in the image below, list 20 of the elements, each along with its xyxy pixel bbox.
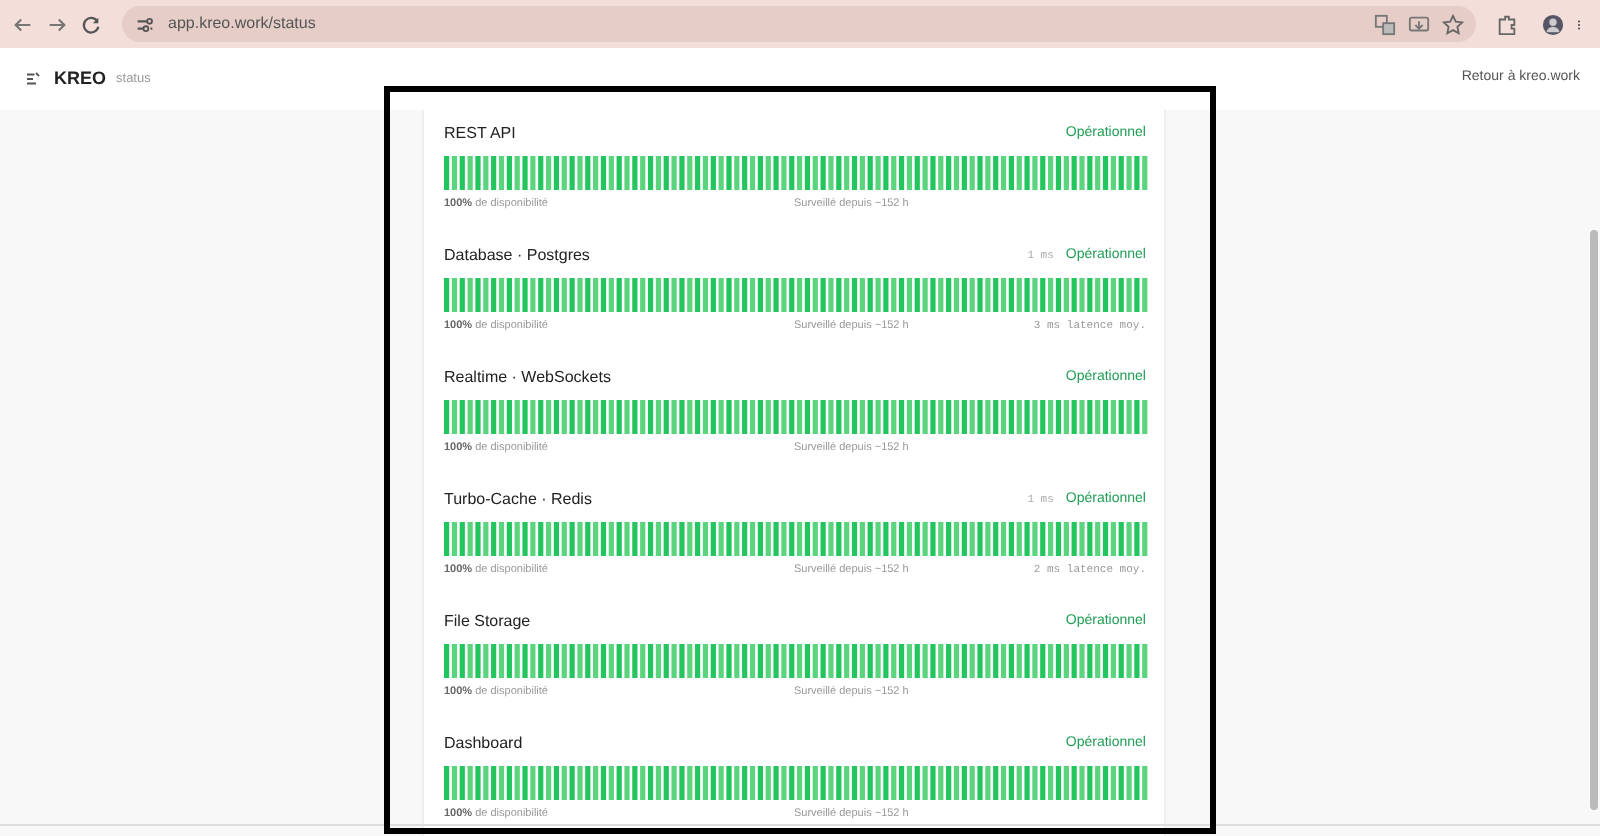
translate-icon[interactable] xyxy=(1374,13,1396,35)
extensions-icon[interactable] xyxy=(1496,13,1518,35)
logo-icon xyxy=(24,70,42,88)
service-name: File Storage xyxy=(444,610,531,634)
site-settings-icon[interactable] xyxy=(134,13,156,35)
install-icon[interactable] xyxy=(1408,13,1430,35)
url-text: app.kreo.work/status xyxy=(168,12,316,36)
service-name: Database · Postgres xyxy=(444,244,590,268)
service-name: Dashboard xyxy=(444,732,523,756)
address-bar[interactable]: app.kreo.work/status xyxy=(122,6,1476,42)
service-name: REST API xyxy=(444,122,516,146)
scrollbar-thumb[interactable] xyxy=(1590,230,1598,810)
service-name: Realtime · WebSockets xyxy=(444,366,611,390)
brand-name: KREO xyxy=(54,65,107,92)
forward-icon[interactable] xyxy=(46,13,68,35)
star-icon[interactable] xyxy=(1442,13,1464,35)
service-name: Turbo-Cache · Redis xyxy=(444,488,592,512)
reload-icon[interactable] xyxy=(80,13,102,35)
back-icon[interactable] xyxy=(12,13,34,35)
avatar-icon[interactable] xyxy=(1542,13,1564,35)
